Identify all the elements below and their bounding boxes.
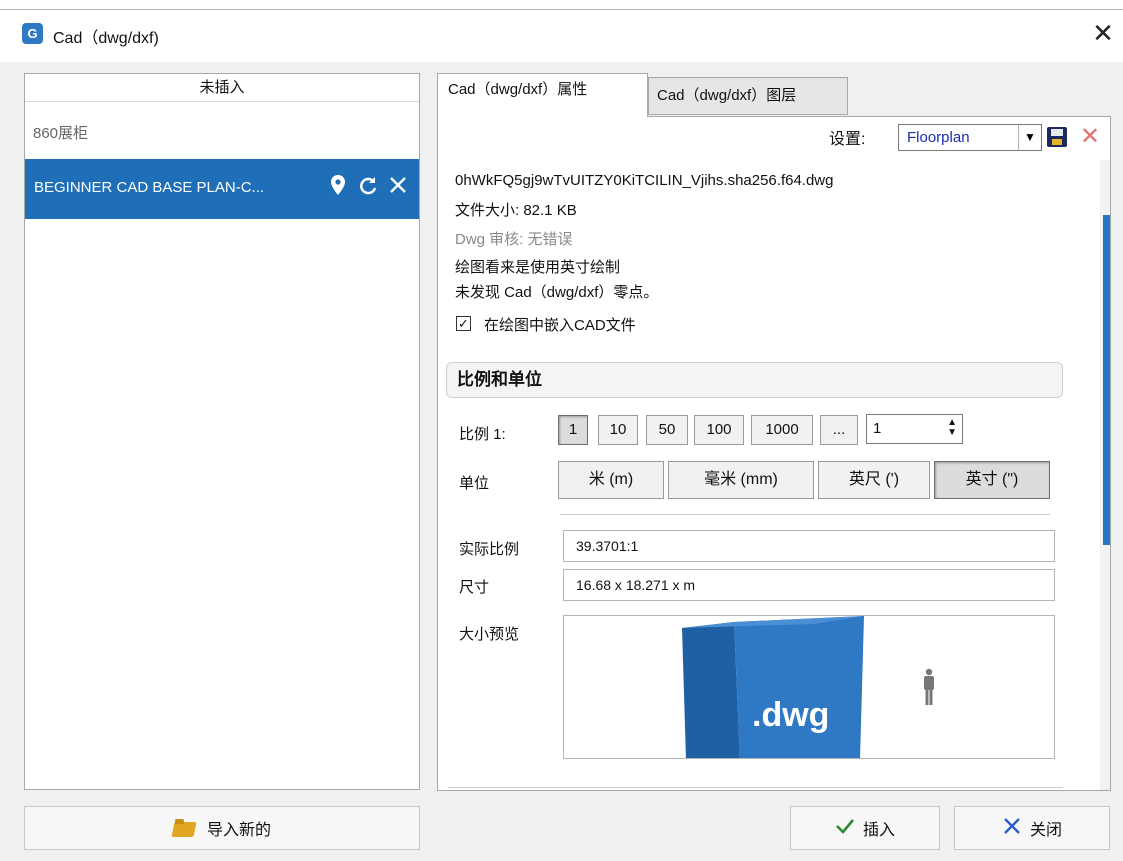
scale-100-button[interactable]: 100 (694, 415, 744, 445)
embed-cad-checkbox[interactable]: ✓ (456, 316, 471, 331)
settings-select-value: Floorplan (907, 129, 970, 146)
spinner-arrows-icon[interactable]: ▲ ▼ (947, 418, 957, 438)
insert-button[interactable]: 插入 (790, 806, 940, 850)
actual-scale-label: 实际比例 (459, 541, 520, 558)
list-item[interactable]: 860展柜 (33, 122, 88, 143)
embed-cad-label: 在绘图中嵌入CAD文件 (484, 317, 636, 334)
map-pin-icon[interactable] (327, 175, 349, 199)
scale-value-spinner[interactable]: 1 ▲ ▼ (866, 414, 963, 444)
refresh-icon[interactable] (357, 175, 379, 199)
app-icon: G (22, 23, 43, 44)
unit-foot-button[interactable]: 英尺 (') (818, 461, 930, 499)
tab-cad-properties[interactable]: Cad（dwg/dxf）属性 (437, 73, 648, 117)
size-preview-label: 大小预览 (459, 626, 520, 643)
dwg-cube-illustration (682, 616, 934, 758)
close-icon (1002, 816, 1022, 841)
close-icon[interactable] (387, 175, 409, 199)
scale-more-button[interactable]: ... (820, 415, 858, 445)
insert-label: 插入 (862, 822, 895, 839)
scale-1000-button[interactable]: 1000 (751, 415, 813, 445)
list-item-label: BEGINNER CAD BASE PLAN-C... (34, 179, 265, 196)
unit-millimeter-button[interactable]: 毫米 (mm) (668, 461, 814, 499)
background-edge (0, 0, 1123, 10)
delete-icon[interactable]: ✕ (1078, 124, 1102, 150)
units-note: 绘图看来是使用英寸绘制 (455, 259, 621, 276)
folder-icon (173, 819, 197, 837)
list-item-selected[interactable]: BEGINNER CAD BASE PLAN-C... (25, 159, 419, 219)
size-label: 尺寸 (459, 579, 490, 596)
size-preview: .dwg (563, 615, 1055, 759)
close-button[interactable]: 关闭 (954, 806, 1110, 850)
close-label: 关闭 (1029, 822, 1062, 839)
checkmark-icon (835, 818, 855, 839)
file-size: 文件大小: 82.1 KB (455, 202, 577, 219)
chevron-down-icon[interactable]: ▼ (1018, 125, 1041, 150)
scale-10-button[interactable]: 10 (598, 415, 638, 445)
import-new-label: 导入新的 (206, 822, 271, 839)
origin-note: 未发现 Cad（dwg/dxf）零点。 (455, 284, 659, 301)
save-icon[interactable] (1047, 127, 1067, 147)
scrollbar-thumb[interactable] (1103, 215, 1110, 545)
not-inserted-header: 未插入 (25, 74, 419, 102)
file-name: 0hWkFQ5gj9wTvUITZY0KiTCILIN_Vjihs.sha256… (455, 172, 834, 189)
unit-label: 单位 (459, 475, 490, 492)
window-close-button[interactable]: ✕ (1088, 18, 1118, 48)
settings-label: 设置: (829, 131, 866, 148)
scale-value: 1 (873, 420, 882, 437)
settings-select[interactable]: Floorplan ▼ (898, 124, 1042, 151)
section-bottom-divider (448, 787, 1063, 788)
scale-label: 比例 1: (459, 426, 506, 443)
unit-meter-button[interactable]: 米 (m) (558, 461, 664, 499)
window-title: Cad（dwg/dxf) (53, 30, 159, 47)
unit-inch-button[interactable]: 英寸 (") (934, 461, 1050, 499)
import-new-button[interactable]: 导入新的 (24, 806, 420, 850)
dwg-label: .dwg (752, 696, 830, 734)
section-scale-units[interactable]: 比例和单位 (446, 362, 1063, 398)
scale-50-button[interactable]: 50 (646, 415, 688, 445)
title-bar (0, 10, 1123, 62)
person-icon (924, 668, 934, 705)
scale-1-button[interactable]: 1 (558, 415, 588, 445)
actual-scale-field: 39.3701:1 (563, 530, 1055, 562)
divider (560, 514, 1050, 515)
size-field: 16.68 x 18.271 x m (563, 569, 1055, 601)
dwg-audit: Dwg 审核: 无错误 (455, 231, 573, 248)
tab-cad-layers[interactable]: Cad（dwg/dxf）图层 (648, 77, 848, 115)
